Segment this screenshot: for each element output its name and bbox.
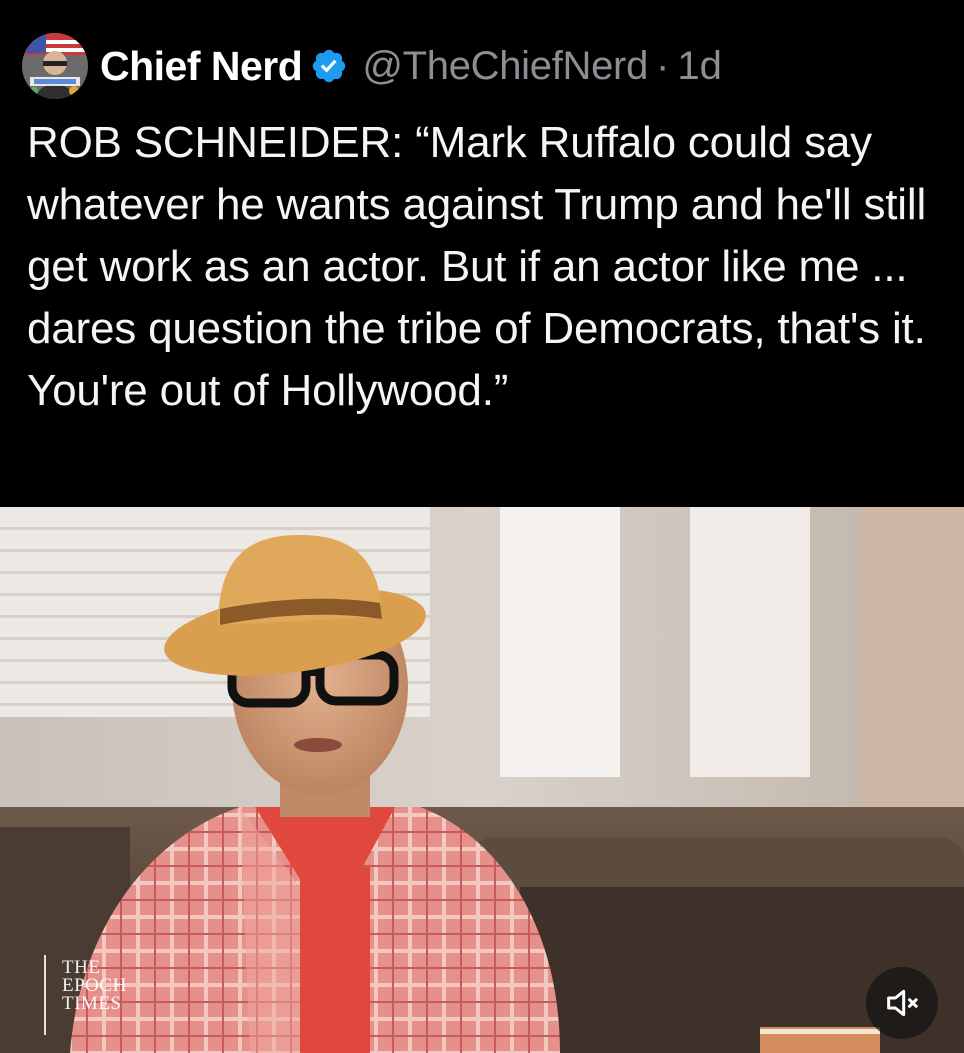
post-header: Chief Nerd @TheChiefNerd · 1d [22,32,722,100]
author-display-name[interactable]: Chief Nerd [100,43,303,90]
watermark-line-3: TIMES [62,993,122,1014]
epoch-times-watermark: THE EPOCH TIMES [44,955,127,1035]
verified-badge-icon [310,47,348,85]
speaker-muted-icon [887,989,918,1017]
post-text: ROB SCHNEIDER: “Mark Ruffalo could say w… [27,118,927,415]
post-timestamp[interactable]: 1d [677,44,722,89]
separator-dot: · [656,43,670,88]
author-avatar[interactable] [22,33,88,99]
author-handle[interactable]: @TheChiefNerd [362,44,648,89]
avatar-image [22,33,88,99]
video-frame [0,507,964,1053]
video-player[interactable]: THE EPOCH TIMES [0,507,964,1053]
mute-toggle-button[interactable] [866,967,938,1039]
